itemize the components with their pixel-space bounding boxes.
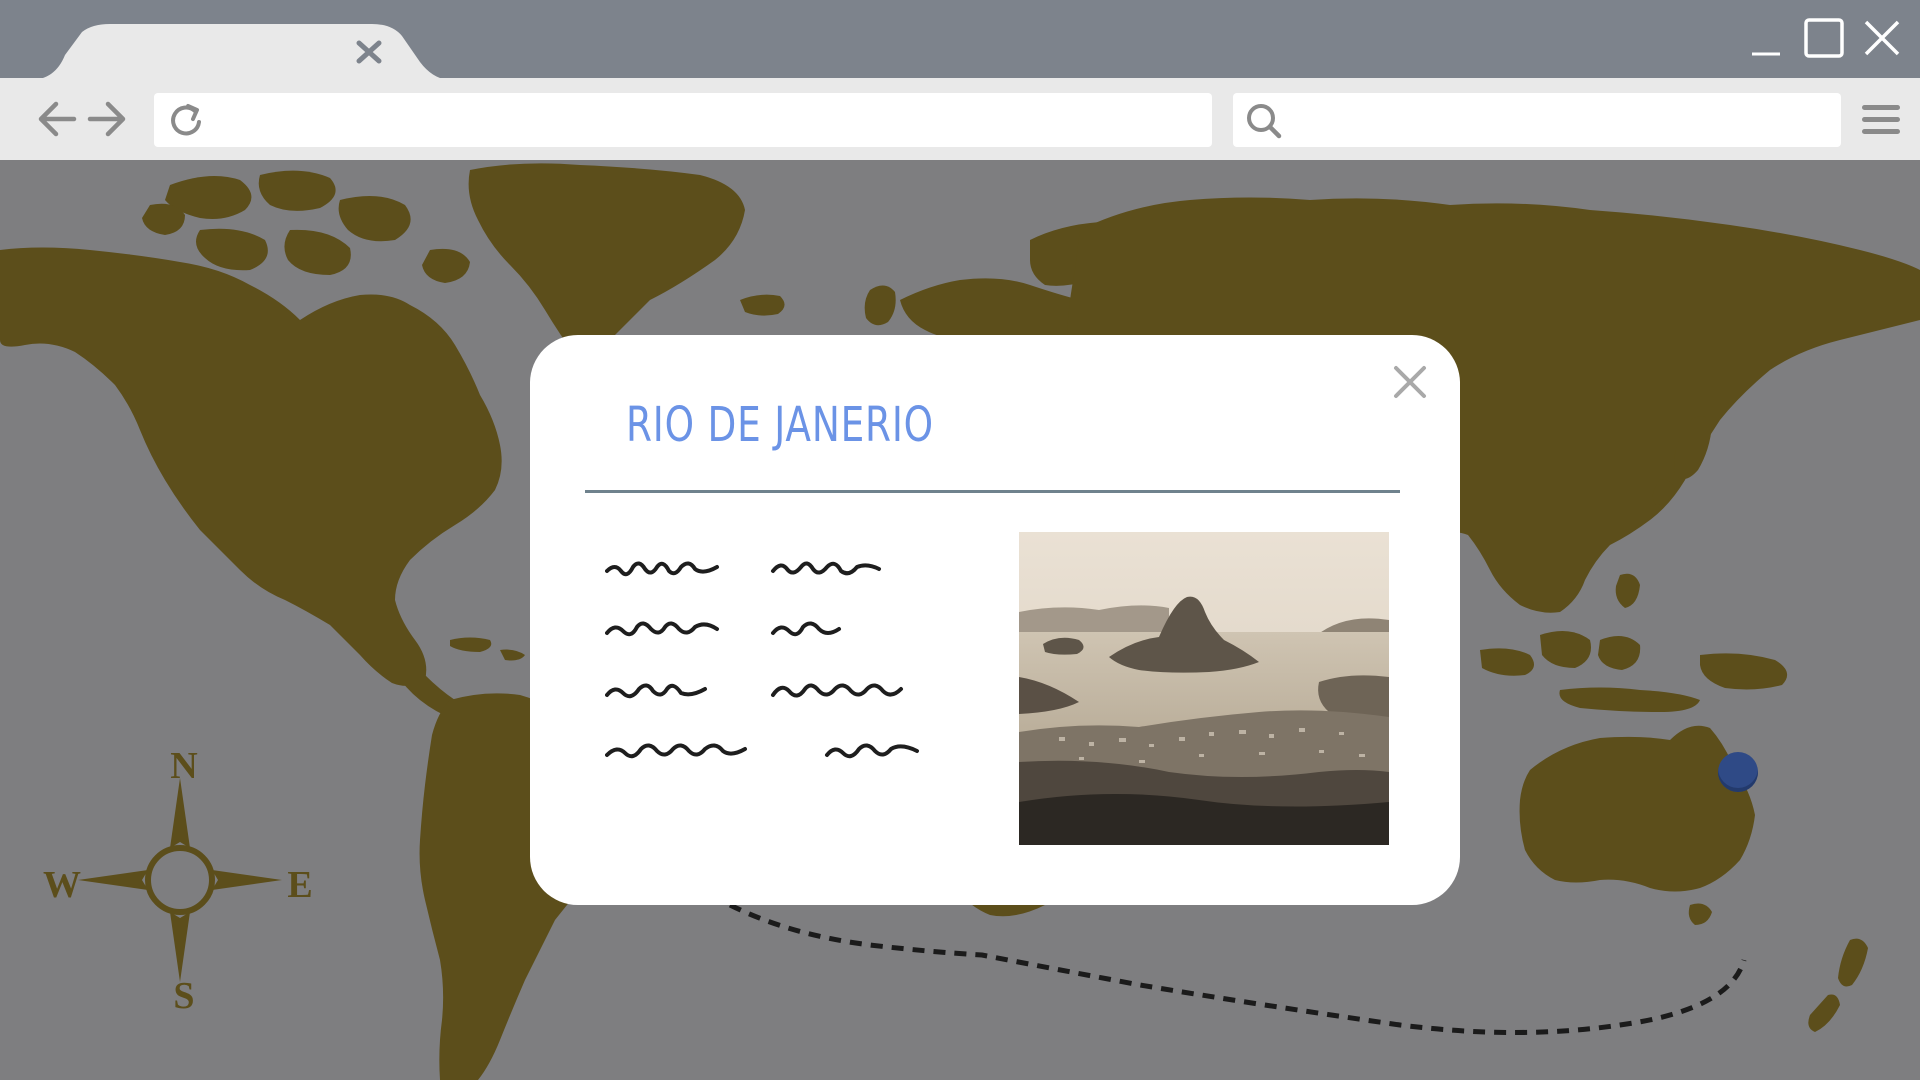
browser-toolbar <box>0 78 1920 160</box>
hamburger-menu-icon[interactable] <box>1858 98 1904 142</box>
new-guinea-shape <box>1700 653 1788 690</box>
address-bar[interactable] <box>154 93 1212 149</box>
location-pin[interactable] <box>1718 752 1758 792</box>
compass-rose: N S W E <box>30 730 330 1030</box>
caribbean-island-shape <box>450 637 492 652</box>
arctic-island-shape <box>258 170 336 211</box>
route-line <box>728 902 1747 1035</box>
placeholder-text-scribbles <box>605 545 955 845</box>
location-popup: RIO DE JANERIO <box>530 335 1460 905</box>
reload-icon[interactable] <box>168 102 204 138</box>
maximize-icon[interactable] <box>1800 14 1848 62</box>
iceland-shape <box>740 294 785 316</box>
indonesia-shape <box>1559 687 1700 712</box>
arctic-island-shape <box>338 196 411 242</box>
scribble-lines <box>605 561 919 759</box>
new-zealand-shape <box>1838 938 1868 987</box>
arctic-island-shape <box>422 248 470 283</box>
indonesia-shape <box>1598 636 1641 670</box>
compass-west-label: W <box>43 864 81 906</box>
tab-close-icon[interactable] <box>354 36 384 66</box>
new-zealand-shape <box>1808 994 1840 1032</box>
browser-tab[interactable] <box>0 0 460 80</box>
sepia-city-bay-photo <box>1019 532 1389 845</box>
philippines-shape <box>1615 573 1640 608</box>
indonesia-shape <box>1540 631 1591 668</box>
arctic-island-shape <box>196 228 268 271</box>
window-controls <box>1720 0 1920 78</box>
window-close-icon[interactable] <box>1858 14 1906 62</box>
search-bar[interactable] <box>1233 93 1841 149</box>
compass-east-label: E <box>287 864 313 906</box>
north-america-shape <box>0 247 502 686</box>
search-input[interactable] <box>1293 93 1837 149</box>
compass-south-label: S <box>173 975 195 1017</box>
arctic-island-shape <box>284 229 351 275</box>
minimize-icon[interactable] <box>1742 14 1790 62</box>
search-icon <box>1245 102 1283 140</box>
address-input[interactable] <box>218 93 1202 149</box>
britain-shape <box>864 285 896 326</box>
close-icon[interactable] <box>1390 362 1430 402</box>
australia-shape <box>1519 725 1755 892</box>
arrow-right-icon[interactable] <box>84 96 130 142</box>
arctic-island-shape <box>142 203 185 235</box>
tasmania-shape <box>1688 903 1712 925</box>
greenland-shape <box>468 163 745 359</box>
city-photo-image <box>1019 532 1389 845</box>
compass-north-label: N <box>170 745 198 787</box>
arrow-left-icon[interactable] <box>34 96 80 142</box>
indonesia-shape <box>1480 648 1534 676</box>
caribbean-island-shape <box>500 649 525 661</box>
popup-title: RIO DE JANERIO <box>626 397 934 453</box>
tab-shape <box>0 24 460 80</box>
browser-titlebar <box>0 0 1920 80</box>
title-divider <box>585 490 1400 493</box>
